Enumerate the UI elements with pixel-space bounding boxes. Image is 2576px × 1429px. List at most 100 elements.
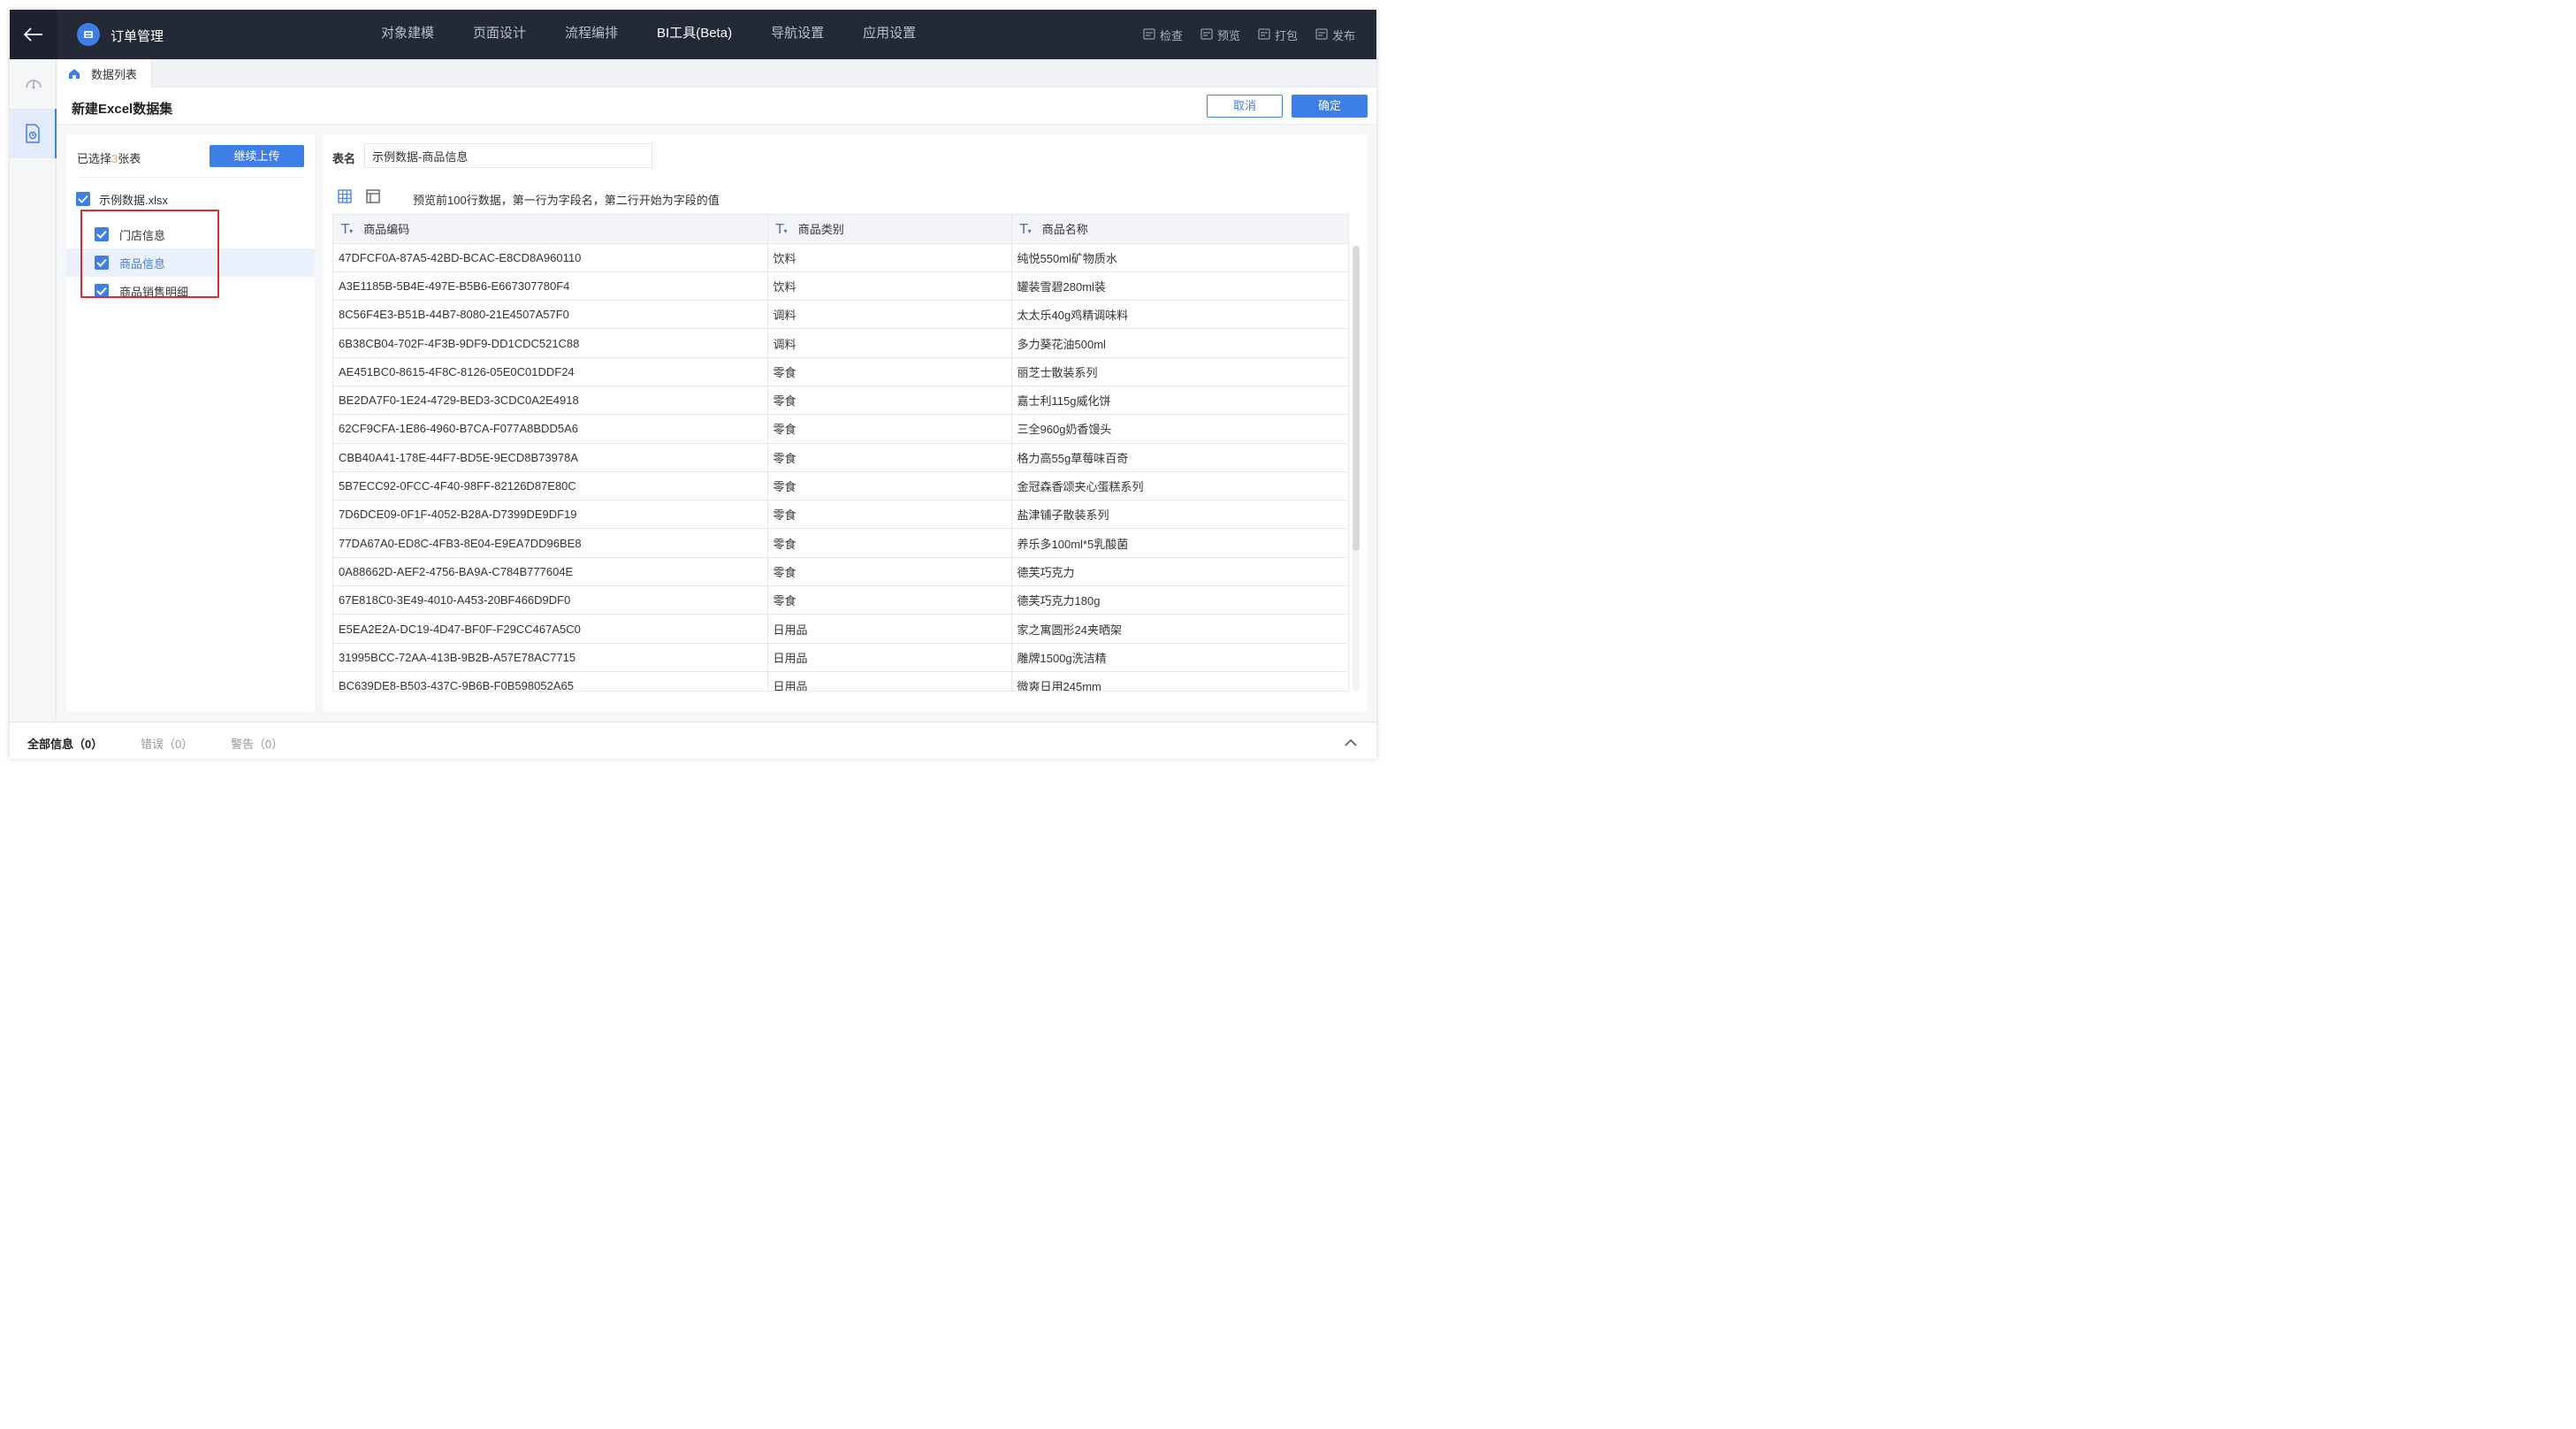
sheet-selection-panel: 已选择3张表 继续上传 示例数据.xlsx 门店信息 商品信息 商品销售明细 — [66, 134, 315, 712]
check-button[interactable]: 检查 — [1143, 27, 1183, 43]
table-cell: 零食 — [767, 557, 1012, 587]
text-type-icon[interactable]: T▾ — [341, 221, 353, 237]
tab-all-info[interactable]: 全部信息（0） — [27, 735, 103, 752]
column-header-label: 商品名称 — [1041, 223, 1088, 237]
preview-label: 预览 — [1216, 28, 1240, 42]
top-bar: 订单管理 对象建模 页面设计 流程编排 BI工具(Beta) 导航设置 应用设置… — [10, 10, 1376, 59]
left-rail — [10, 59, 57, 721]
top-nav: 对象建模 页面设计 流程编排 BI工具(Beta) 导航设置 应用设置 — [381, 10, 955, 59]
table-row: 6B38CB04-702F-4F3B-9DF9-DD1CDC521C88 调料 多力… — [333, 328, 1348, 358]
checkmark-icon — [96, 230, 107, 239]
gauge-icon — [25, 80, 42, 89]
table-cell: 调料 — [767, 300, 1012, 330]
table-cell: 丽芝士散装系列 — [1011, 357, 1348, 386]
table-cell: 零食 — [767, 500, 1012, 530]
checkmark-icon — [78, 195, 88, 203]
table-cell: 罐装雪碧280ml装 — [1011, 271, 1348, 302]
table-cell: 饮料 — [767, 243, 1012, 272]
sheet-checkbox[interactable] — [95, 227, 109, 241]
check-label: 检查 — [1159, 28, 1183, 42]
table-cell: 纯悦550ml矿物质水 — [1011, 243, 1348, 272]
table-cell: 微爽日用245mm — [1011, 671, 1348, 691]
preview-button[interactable]: 预览 — [1200, 27, 1240, 43]
rail-dataset[interactable] — [10, 109, 57, 158]
table-cell: 三全960g奶香馒头 — [1011, 414, 1348, 444]
table-cell: 养乐多100ml*5乳酸菌 — [1011, 528, 1348, 558]
table-cell: 零食 — [767, 528, 1012, 558]
column-header[interactable]: T▾ 商品类别 — [767, 215, 1012, 244]
text-type-icon[interactable]: T▾ — [776, 221, 788, 237]
checkmark-icon — [96, 287, 107, 295]
table-view-icon[interactable] — [338, 189, 352, 203]
publish-button[interactable]: 发布 — [1315, 27, 1355, 43]
table-cell: 家之寓圆形24夹晒架 — [1011, 614, 1348, 644]
tab-label: 数据列表 — [91, 67, 138, 81]
dataset-doc-icon — [25, 124, 40, 143]
nav-bi-tool[interactable]: BI工具(Beta) — [657, 10, 732, 59]
table-cell: 62CF9CFA-1E86-4960-B7CA-F077A8BDD5A6 — [333, 414, 768, 444]
collapse-button[interactable] — [1345, 735, 1357, 751]
sheet-checkbox[interactable] — [95, 256, 109, 270]
table-row: 67E818C0-3E49-4010-A453-20BF466D9DF0 零食 德芙… — [333, 585, 1348, 615]
nav-app-settings[interactable]: 应用设置 — [863, 10, 916, 59]
selected-prefix: 已选择 — [77, 152, 112, 165]
table-header-row: T▾ 商品编码 T▾ 商品类别 T▾ 商品名称 — [333, 215, 1348, 244]
preview-panel: 表名 预览前100行数据，第一行为字段名，第二行开始为字段的值 T▾ 商品编码 T… — [324, 134, 1368, 712]
table-cell: 金冠森香颂夹心蛋糕系列 — [1011, 471, 1348, 501]
back-button[interactable] — [10, 10, 57, 59]
selected-count: 已选择3张表 — [77, 149, 141, 166]
continue-upload-button[interactable]: 继续上传 — [210, 145, 304, 167]
table-cell: 47DFCF0A-87A5-42BD-BCAC-E8CD8A960110 — [333, 243, 768, 272]
sheet-checkbox[interactable] — [95, 284, 109, 298]
table-cell: 零食 — [767, 585, 1012, 615]
table-row: 8C56F4E3-B51B-44B7-8080-21E4507A57F0 调料 太太… — [333, 300, 1348, 330]
package-button[interactable]: 打包 — [1258, 27, 1298, 43]
table-cell: 77DA67A0-ED8C-4FB3-8E04-E9EA7DD96BE8 — [333, 528, 768, 558]
data-table: T▾ 商品编码 T▾ 商品类别 T▾ 商品名称 47DFCF0A-87A5-42BD-… — [332, 214, 1349, 692]
tab-errors[interactable]: 错误（0） — [141, 735, 193, 752]
nav-object-modeling[interactable]: 对象建模 — [381, 10, 434, 59]
publish-doc-icon — [1315, 28, 1328, 40]
sheet-label: 商品信息 — [119, 256, 166, 271]
column-header-label: 商品类别 — [797, 223, 844, 237]
nav-page-design[interactable]: 页面设计 — [473, 10, 526, 59]
file-item[interactable]: 示例数据.xlsx — [76, 190, 168, 208]
nav-flow[interactable]: 流程编排 — [565, 10, 618, 59]
text-type-icon[interactable]: T▾ — [1020, 221, 1032, 237]
cancel-button[interactable]: 取消 — [1207, 95, 1283, 118]
table-row: AE451BC0-8615-4F8C-8126-05E0C01DDF24 零食 丽芝… — [333, 357, 1348, 386]
publish-label: 发布 — [1331, 28, 1355, 42]
sheet-item-product-info[interactable]: 商品信息 — [66, 248, 315, 277]
layout-view-icon[interactable] — [366, 189, 380, 203]
table-cell: 调料 — [767, 328, 1012, 358]
table-cell: AE451BC0-8615-4F8C-8126-05E0C01DDF24 — [333, 357, 768, 386]
file-checkbox[interactable] — [76, 192, 90, 206]
arrow-left-icon — [24, 27, 42, 42]
scrollbar-thumb[interactable] — [1353, 246, 1360, 551]
table-cell: 零食 — [767, 471, 1012, 501]
table-row: BC639DE8-B503-437C-9B6B-F0B598052A65 日用品微… — [333, 671, 1348, 691]
table-name-label: 表名 — [332, 152, 356, 165]
column-header[interactable]: T▾ 商品编码 — [333, 215, 768, 244]
table-cell: 多力葵花油500ml — [1011, 328, 1348, 358]
table-name-input[interactable] — [364, 143, 652, 168]
sheet-item-sales-detail[interactable]: 商品销售明细 — [66, 277, 315, 305]
table-body: 47DFCF0A-87A5-42BD-BCAC-E8CD8A960110 饮料 纯悦… — [333, 243, 1348, 691]
table-row: 31995BCC-72AA-413B-9B2B-A57E78AC7715 日用品雕… — [333, 643, 1348, 672]
tab-data-list[interactable]: 数据列表 — [57, 59, 152, 88]
top-actions: 检查 预览 打包 发布 — [1125, 10, 1355, 59]
bottom-bar: 全部信息（0） 错误（0） 警告（0） — [10, 722, 1376, 759]
table-cell: BE2DA7F0-1E24-4729-BED3-3CDC0A2E4918 — [333, 386, 768, 416]
sheet-item-store-info[interactable]: 门店信息 — [66, 220, 315, 248]
confirm-button[interactable]: 确定 — [1292, 95, 1368, 118]
table-cell: A3E1185B-5B4E-497E-B5B6-E667307780F4 — [333, 271, 768, 302]
app-window: 订单管理 对象建模 页面设计 流程编排 BI工具(Beta) 导航设置 应用设置… — [10, 10, 1376, 759]
rail-dashboard[interactable] — [10, 59, 57, 109]
column-header[interactable]: T▾ 商品名称 — [1011, 215, 1348, 244]
table-cell: 嘉士利115g威化饼 — [1011, 386, 1348, 416]
checkmark-icon — [96, 258, 107, 267]
tab-warnings[interactable]: 警告（0） — [231, 735, 283, 752]
nav-navigation-settings[interactable]: 导航设置 — [771, 10, 824, 59]
table-cell: 零食 — [767, 386, 1012, 416]
table-cell: 6B38CB04-702F-4F3B-9DF9-DD1CDC521C88 — [333, 328, 768, 358]
